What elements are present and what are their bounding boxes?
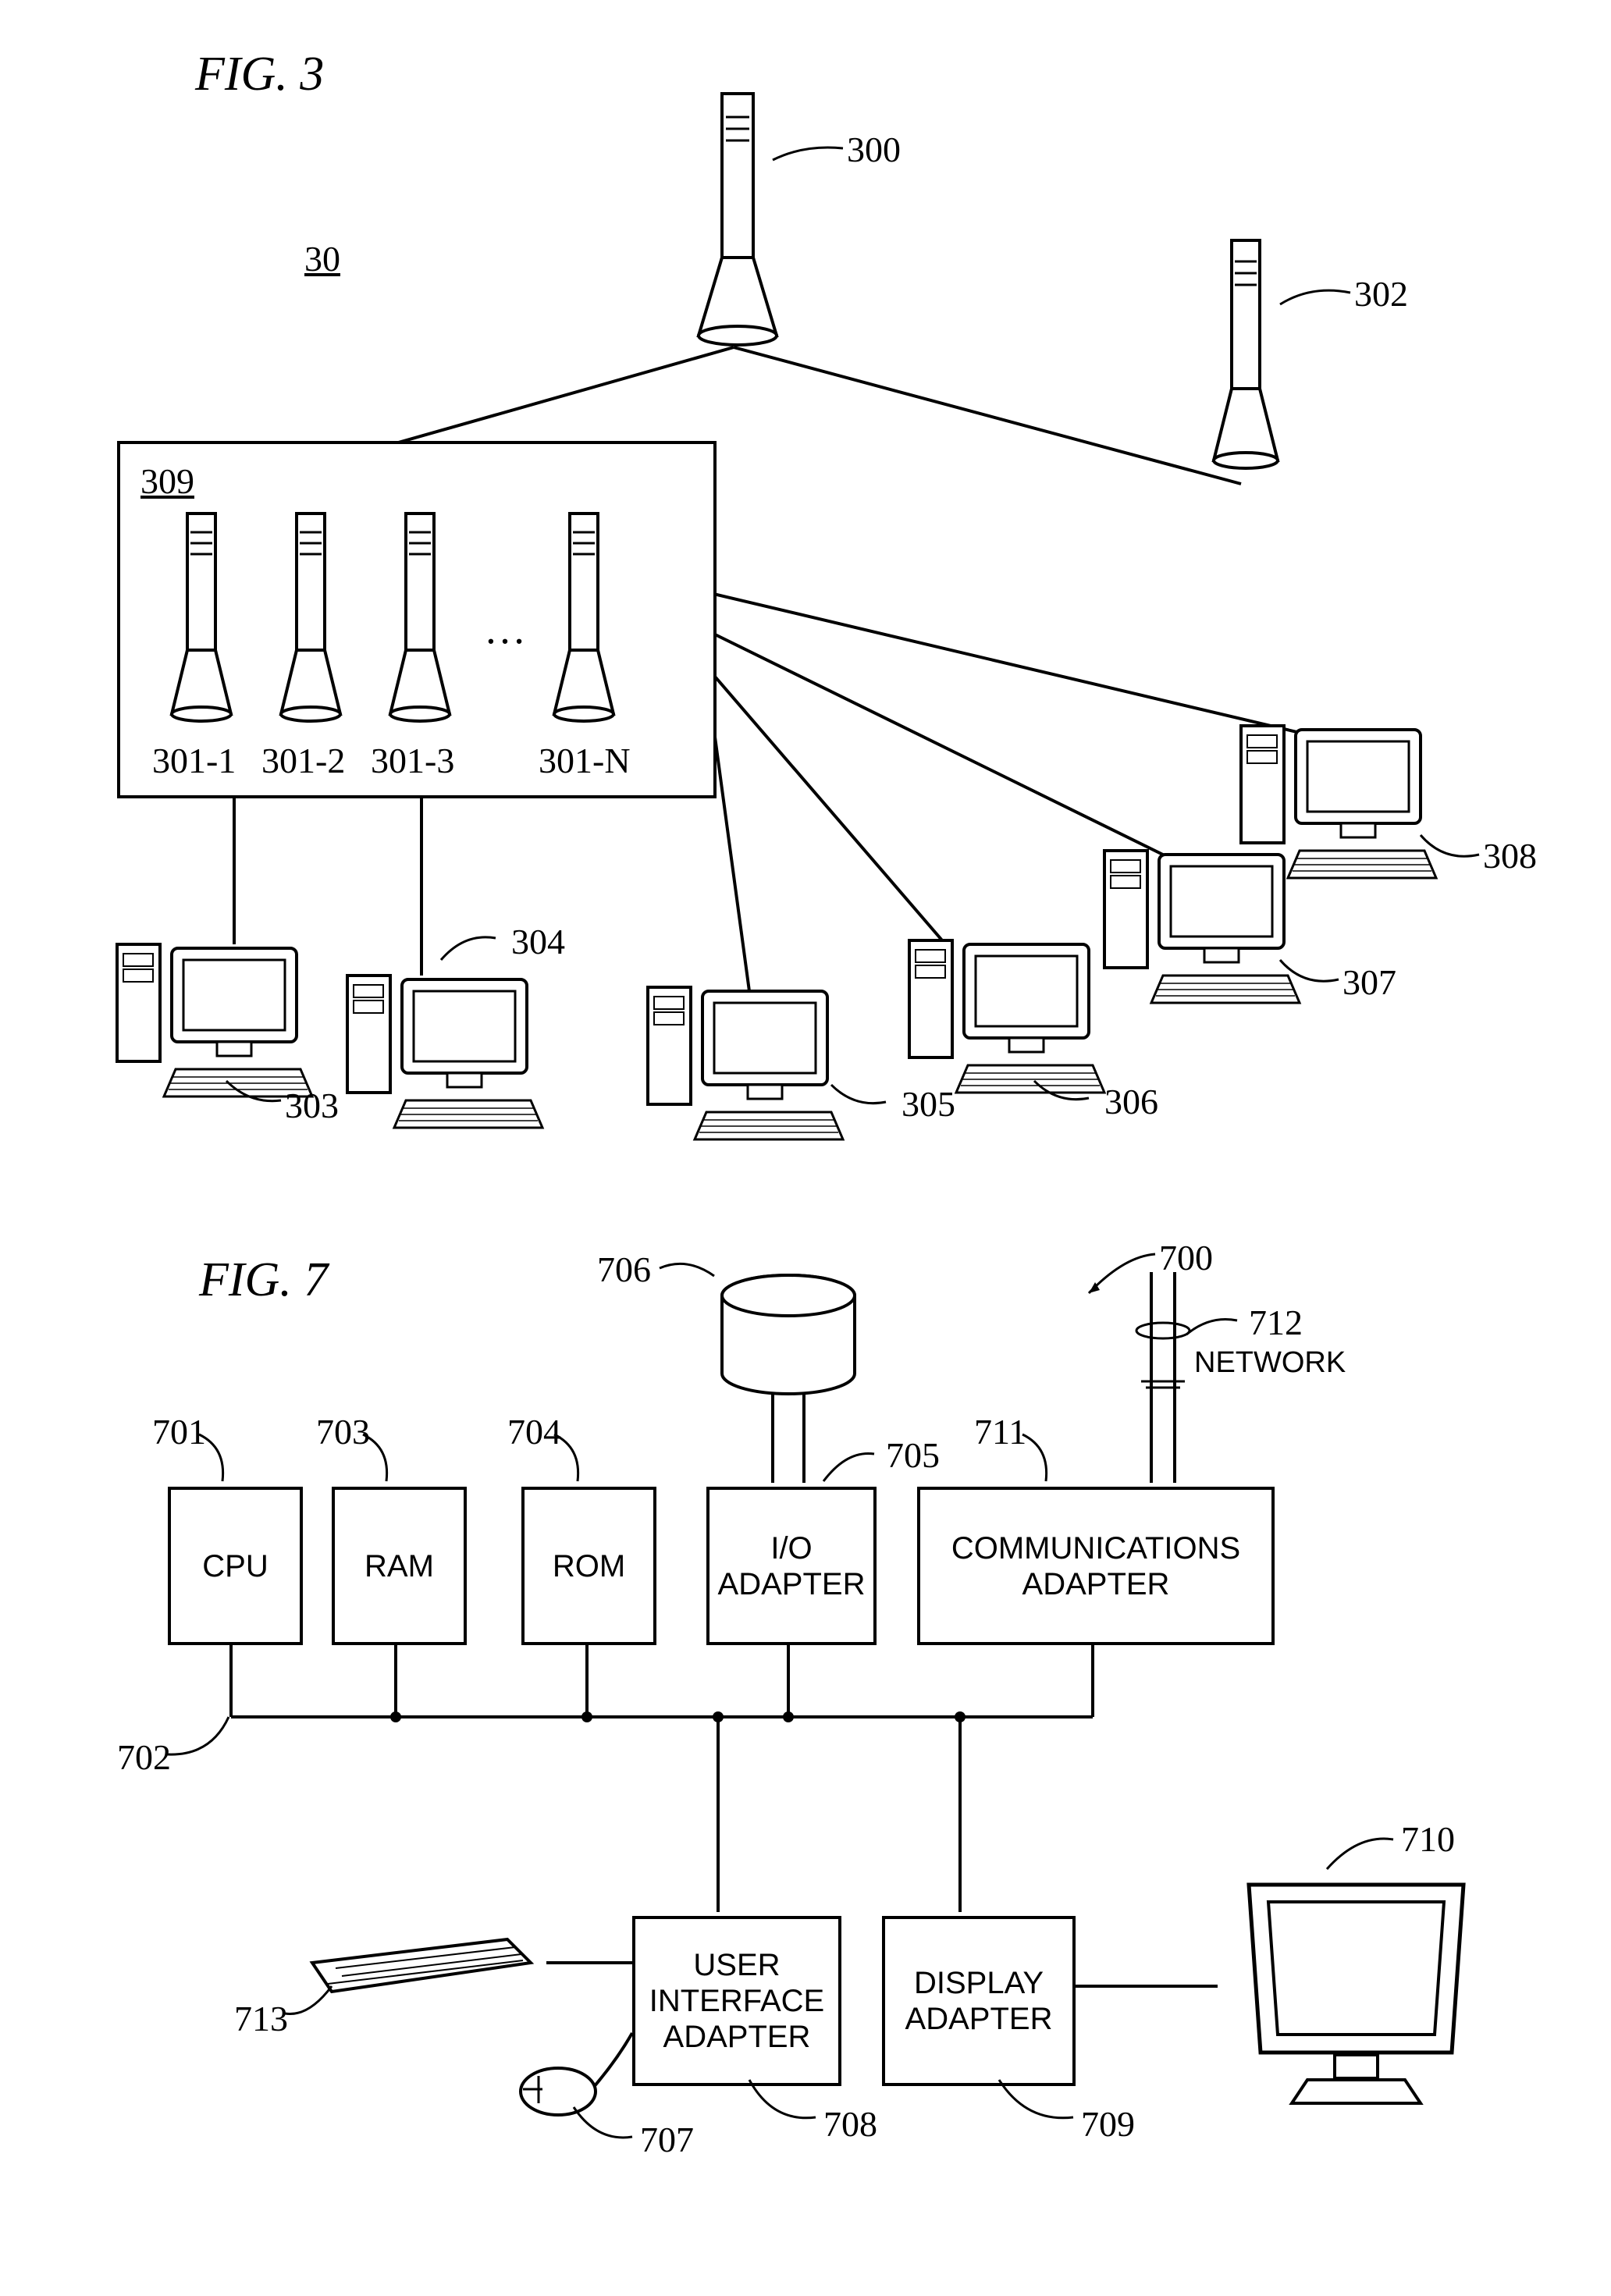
ref-710: 710	[1401, 1818, 1455, 1860]
cpu-block: CPU	[168, 1487, 303, 1645]
ref-711: 711	[974, 1411, 1026, 1452]
ref-308: 308	[1483, 835, 1537, 876]
cluster-ellipsis: …	[484, 605, 526, 653]
ref-306: 306	[1104, 1081, 1158, 1122]
ref-703: 703	[316, 1411, 370, 1452]
leader-304	[441, 929, 511, 976]
cluster-srv-1-icon	[148, 507, 254, 741]
cluster-srv-n: 301-N	[539, 740, 631, 781]
display-adapter-block: DISPLAY ADAPTER	[882, 1916, 1076, 2086]
pc-304-icon	[332, 952, 550, 1139]
leader-307	[1280, 952, 1350, 999]
io-block: I/O ADAPTER	[706, 1487, 877, 1645]
ref-307: 307	[1342, 961, 1396, 1003]
leader-710	[1327, 1830, 1405, 1877]
ref-702: 702	[117, 1736, 171, 1778]
ref-700: 700	[1159, 1237, 1213, 1278]
cpu-label: CPU	[202, 1548, 268, 1584]
comm-block: COMMUNICATIONS ADAPTER	[917, 1487, 1275, 1645]
leader-308	[1421, 827, 1491, 874]
ui-adapter-block: USER INTERFACE ADAPTER	[632, 1916, 841, 2086]
ref-302: 302	[1354, 273, 1408, 315]
leader-708	[749, 2080, 827, 2134]
cluster-srv-2-icon	[258, 507, 363, 741]
ram-block: RAM	[332, 1487, 467, 1645]
leader-705	[823, 1442, 886, 1489]
server-right-icon	[1194, 234, 1296, 484]
disp-label: DISPLAY ADAPTER	[905, 1965, 1053, 2037]
ref-713: 713	[234, 1998, 288, 2039]
rom-label: ROM	[553, 1548, 625, 1584]
monitor-icon	[1214, 1854, 1495, 2127]
leader-709	[999, 2080, 1085, 2134]
ref-701: 701	[152, 1411, 206, 1452]
leader-707	[574, 2107, 640, 2150]
cluster-srv-3-icon	[367, 507, 472, 741]
ref-304: 304	[511, 921, 565, 962]
pc-305-icon	[632, 964, 851, 1151]
ref-303: 303	[285, 1085, 339, 1126]
ref-300: 300	[847, 129, 901, 170]
network-label: NETWORK	[1194, 1346, 1346, 1380]
leader-706	[660, 1253, 722, 1299]
rom-block: ROM	[521, 1487, 656, 1645]
ref-706: 706	[597, 1249, 651, 1290]
leader-713	[285, 1986, 340, 2029]
leader-702	[168, 1717, 238, 1772]
ram-label: RAM	[365, 1548, 434, 1584]
io-label: I/O ADAPTER	[718, 1530, 866, 1602]
ref-707: 707	[640, 2119, 694, 2160]
cluster-srv-n-icon	[531, 507, 636, 741]
cluster-ref: 309	[140, 460, 194, 502]
fig7-wiring	[0, 1233, 1611, 2296]
ref-709: 709	[1081, 2103, 1135, 2145]
cluster-srv-3: 301-3	[371, 740, 454, 781]
cluster-srv-2: 301-2	[261, 740, 345, 781]
ref-705: 705	[886, 1434, 940, 1476]
leader-306	[1034, 1073, 1104, 1120]
ref-708: 708	[823, 2103, 877, 2145]
leader-712	[1186, 1311, 1249, 1350]
fig3-system-ref: 30	[304, 238, 340, 279]
ref-704: 704	[507, 1411, 561, 1452]
pc-308-icon	[1225, 702, 1444, 890]
ui-label: USER INTERFACE ADAPTER	[649, 1947, 824, 2055]
leader-305	[831, 1077, 902, 1124]
ref-712: 712	[1249, 1302, 1303, 1343]
server-main-icon	[679, 86, 796, 351]
cluster-srv-1: 301-1	[152, 740, 236, 781]
comm-label: COMMUNICATIONS ADAPTER	[951, 1530, 1240, 1602]
